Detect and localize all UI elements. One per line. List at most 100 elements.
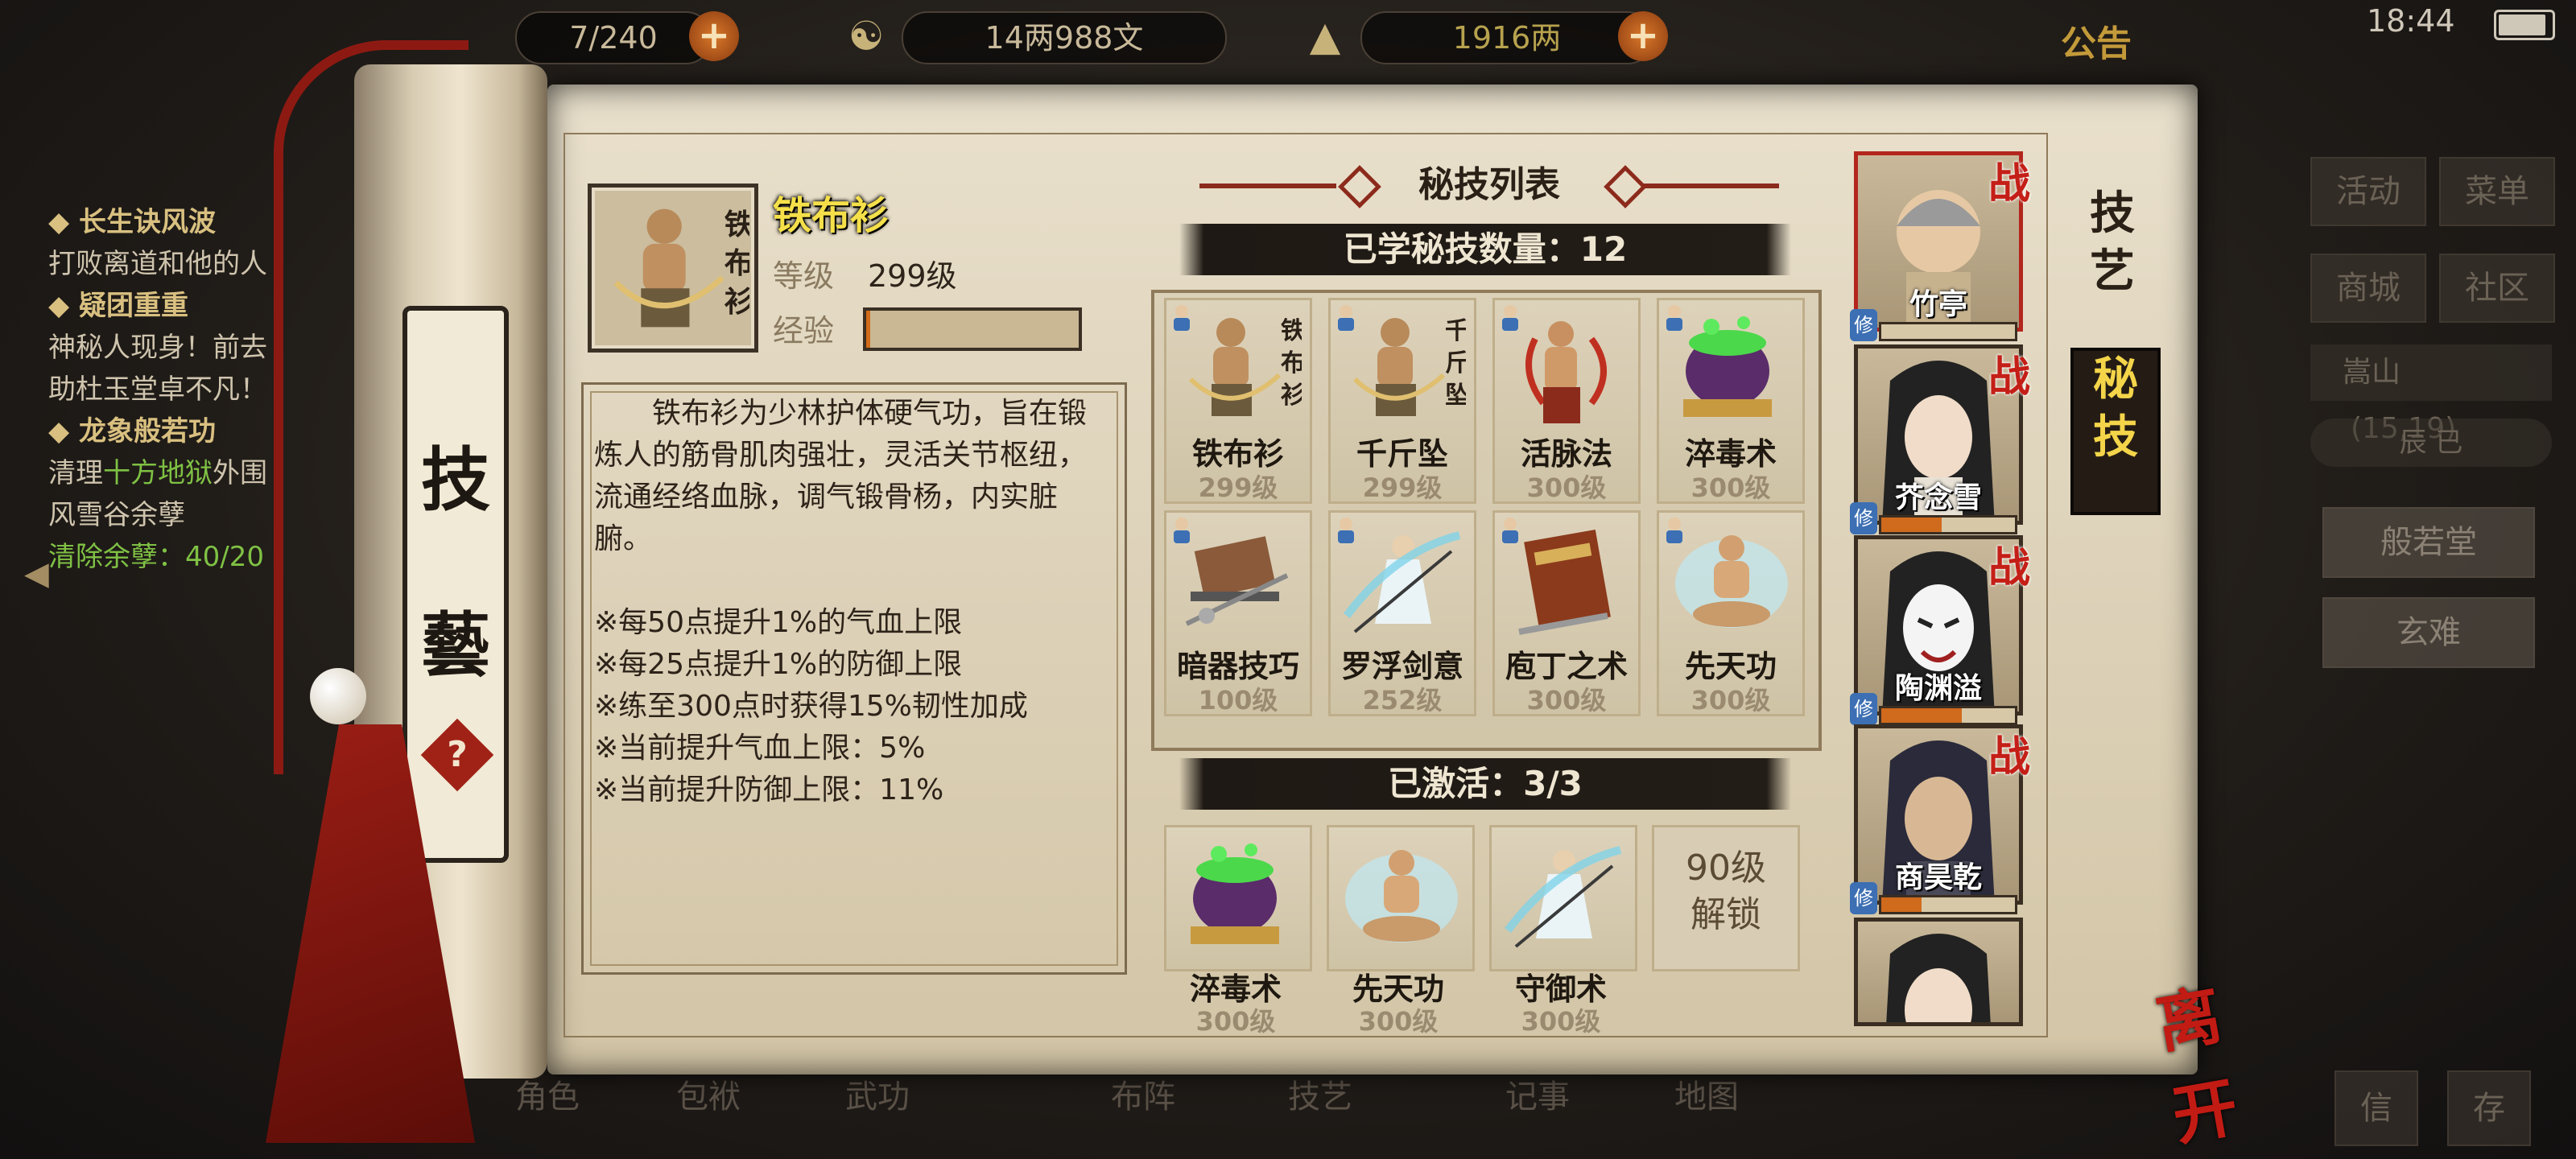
effect-line: ※当前提升防御上限：11% xyxy=(594,773,944,806)
hero-portrait[interactable] xyxy=(1854,918,2023,1026)
collapse-arrow-icon[interactable]: ◀ xyxy=(24,555,56,597)
hero-name: 陶渊溢 xyxy=(1894,672,1982,705)
activated-skill-card[interactable] xyxy=(1489,825,1637,971)
svg-text:衫: 衫 xyxy=(1281,382,1302,410)
title-ornament-left xyxy=(1199,184,1336,188)
svg-text:千: 千 xyxy=(1445,317,1466,345)
hero-exp-fill xyxy=(1881,518,1942,532)
skill-name: 庖丁之术 xyxy=(1505,649,1628,684)
exp-progress-bar xyxy=(863,307,1082,351)
skill-card[interactable]: 暗器技巧 100级 xyxy=(1164,510,1312,716)
skill-art-image xyxy=(1191,843,1279,944)
title-diamond-right xyxy=(1604,165,1647,208)
place-prajna-hall[interactable]: 般若堂 xyxy=(2322,507,2535,578)
nav-item-1[interactable]: 包袱 xyxy=(676,1070,741,1159)
skill-level: 300级 xyxy=(1526,472,1607,503)
cultivate-badge: 修 xyxy=(1850,693,1877,725)
effects-list: ※每50点提升1%的气血上限 ※每25点提升1%的防御上限 ※练至300点时获得15… xyxy=(594,602,1113,811)
effect-line: ※当前提升气血上限：5% xyxy=(594,732,926,765)
skill-name: 先天功 xyxy=(1684,649,1777,684)
quest-text: 清理 xyxy=(48,457,103,489)
character-mini-icon xyxy=(1334,516,1358,545)
bag-count: 7/240 xyxy=(515,11,712,64)
quest-text: 神秘人现身！前去 xyxy=(48,332,267,364)
skill-name: 活脉法 xyxy=(1520,436,1612,472)
skill-card[interactable]: 铁布衫铁布衫 299级 xyxy=(1164,298,1312,504)
battle-tag: 战 xyxy=(1988,732,2031,782)
hero-name: 芥念雪 xyxy=(1894,481,1982,514)
tab-secret-skills[interactable]: 秘技 xyxy=(2070,348,2161,515)
character-mini-icon xyxy=(1662,516,1686,545)
cultivate-badge: 修 xyxy=(1850,882,1877,914)
location-bar: 嵩山 (15,19) xyxy=(2310,344,2552,445)
skill-card[interactable]: 罗浮剑意 252级 xyxy=(1328,510,1476,716)
cultivate-badge: 修 xyxy=(1850,502,1877,534)
effect-line: ※练至300点时获得15%韧性加成 xyxy=(594,690,1028,723)
character-mini-icon xyxy=(1170,516,1194,545)
mail-button[interactable]: 信 xyxy=(2334,1070,2418,1146)
jade-bead xyxy=(310,668,366,724)
tab-skills[interactable]: 技艺 xyxy=(2070,185,2154,306)
gold-amount: 1916两 xyxy=(1360,11,1653,64)
hero-name: 竹亭 xyxy=(1909,288,1967,321)
skill-card[interactable]: 千斤坠千斤坠 299级 xyxy=(1328,298,1476,504)
nav-item-6[interactable]: 地图 xyxy=(1674,1070,1739,1159)
community-button[interactable]: 社区 xyxy=(2439,254,2555,323)
effect-line: ※每25点提升1%的防御上限 xyxy=(594,648,963,681)
skill-card[interactable]: 庖丁之术 300级 xyxy=(1492,510,1641,716)
activity-button[interactable]: 活动 xyxy=(2310,157,2426,226)
svg-text:铁: 铁 xyxy=(1281,317,1302,345)
skill-level: 300级 xyxy=(1690,685,1771,716)
add-bag-button[interactable]: + xyxy=(689,11,739,61)
activated-count-banner: 已激活：3/3 xyxy=(1179,758,1791,810)
nav-item-0[interactable]: 角色 xyxy=(515,1070,580,1159)
menu-button[interactable]: 菜单 xyxy=(2439,157,2555,226)
npc-xuannan[interactable]: 玄难 xyxy=(2322,597,2535,668)
skill-list-title: 秘技列表 xyxy=(1183,157,1795,213)
hero-exp-fill xyxy=(1881,708,1962,723)
cultivate-badge: 修 xyxy=(1850,309,1877,341)
skill-list-title-text: 秘技列表 xyxy=(1418,164,1560,205)
skill-level: 299级 xyxy=(1198,472,1278,503)
activated-skill-card[interactable] xyxy=(1327,825,1475,971)
nav-item-3[interactable]: 布阵 xyxy=(1111,1070,1175,1159)
skill-level: 300级 xyxy=(1690,472,1771,503)
skill-card[interactable]: 淬毒术 300级 xyxy=(1657,298,1805,504)
quest-text: 十方地狱 xyxy=(103,457,213,489)
learned-count-banner: 已学秘技数量：12 xyxy=(1179,224,1791,275)
svg-text:铁: 铁 xyxy=(724,207,749,241)
title-char-2: 藝 xyxy=(421,604,490,686)
skill-art-image xyxy=(1345,850,1458,942)
hero-face xyxy=(1886,934,1991,1022)
activated-skill-level: 300级 xyxy=(1521,1006,1601,1037)
battle-tag: 战 xyxy=(1988,353,2031,402)
nav-item-5[interactable]: 记事 xyxy=(1505,1070,1570,1159)
quest-text: 风雪谷余孽 xyxy=(48,499,185,531)
skill-level: 299级 xyxy=(1362,472,1443,503)
help-icon[interactable]: ? xyxy=(420,718,494,792)
skill-card[interactable]: 活脉法 300级 xyxy=(1492,298,1641,504)
shop-button[interactable]: 商城 xyxy=(2310,254,2426,323)
skill-card[interactable]: 先天功 300级 xyxy=(1657,510,1805,716)
exp-label: 经验 xyxy=(773,313,835,349)
skill-name: 铁布衫 xyxy=(1191,436,1284,472)
activated-skill-card[interactable] xyxy=(1164,825,1312,971)
top-bar: 7/240 + ☯ 14两988文 ▲ 1916两 + xyxy=(338,0,2157,76)
activated-skill-level: 300级 xyxy=(1195,1006,1276,1037)
save-button[interactable]: 存 xyxy=(2447,1070,2531,1146)
skill-level: 100级 xyxy=(1198,685,1278,716)
locked-slot[interactable]: 90级 解锁 xyxy=(1652,825,1800,971)
nav-item-2[interactable]: 武功 xyxy=(845,1070,910,1159)
notice-button[interactable]: 公告 xyxy=(2061,14,2132,66)
activated-skill-art xyxy=(1174,834,1302,963)
add-gold-button[interactable]: + xyxy=(1618,11,1668,61)
gold-ingot-icon: ▲ xyxy=(1309,13,1341,60)
silver-amount: 14两988文 xyxy=(902,11,1227,64)
title-diamond-left xyxy=(1338,165,1381,208)
status-clock: 18:44 xyxy=(2367,3,2455,39)
svg-text:布: 布 xyxy=(1281,349,1302,377)
character-mini-icon xyxy=(1662,303,1686,332)
nav-item-4[interactable]: 技艺 xyxy=(1288,1070,1352,1159)
skill-level: 300级 xyxy=(1526,685,1607,716)
activated-skill-level: 300级 xyxy=(1358,1006,1439,1037)
